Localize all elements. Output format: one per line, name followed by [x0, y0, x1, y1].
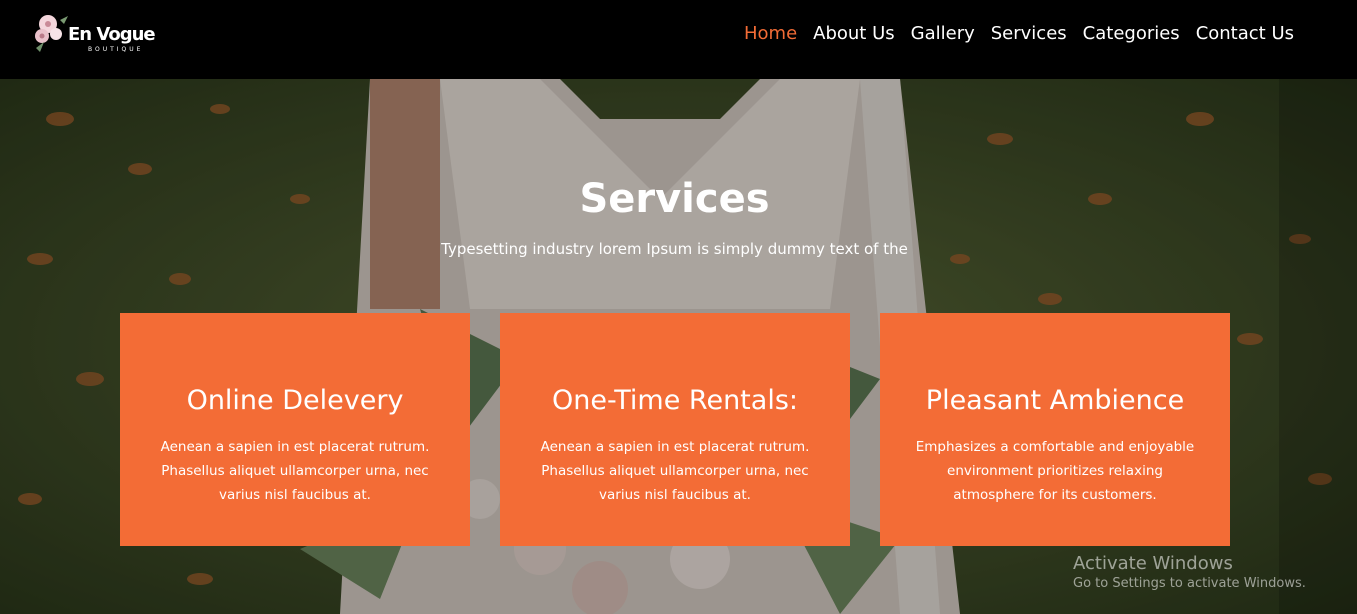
service-card-pleasant-ambience: Pleasant Ambience Emphasizes a comfortab… [880, 313, 1230, 546]
card-title: Online Delevery [186, 385, 404, 416]
card-text: Emphasizes a comfortable and enjoyable e… [915, 439, 1195, 503]
nav-gallery[interactable]: Gallery [911, 22, 975, 46]
page-title: Services [579, 176, 770, 222]
nav-about-us[interactable]: About Us [813, 22, 895, 46]
activate-windows-watermark: Activate Windows Go to Settings to activ… [1073, 553, 1306, 591]
site-header: En Vogue BOUTIQUE Home About Us Gallery … [0, 0, 1357, 79]
brand-name: En Vogue [68, 24, 156, 45]
page-scroll-strip [1279, 79, 1357, 614]
card-title: One-Time Rentals: [552, 385, 798, 416]
card-text: Aenean a sapien in est placerat rutrum. … [540, 439, 810, 503]
watermark-title: Activate Windows [1073, 553, 1233, 574]
watermark-subtitle: Go to Settings to activate Windows. [1073, 576, 1306, 591]
page-subtitle: Typesetting industry lorem Ipsum is simp… [441, 240, 908, 258]
nav-home[interactable]: Home [744, 22, 797, 46]
service-card-online-delivery: Online Delevery Aenean a sapien in est p… [120, 313, 470, 546]
nav-services[interactable]: Services [991, 22, 1067, 46]
service-card-one-time-rentals: One-Time Rentals: Aenean a sapien in est… [500, 313, 850, 546]
nav-categories[interactable]: Categories [1083, 22, 1180, 46]
card-text: Aenean a sapien in est placerat rutrum. … [160, 439, 430, 503]
brand-tagline: BOUTIQUE [88, 46, 144, 53]
card-title: Pleasant Ambience [925, 385, 1185, 416]
main-nav: Home About Us Gallery Services Categorie… [744, 22, 1294, 46]
services-hero: Services Typesetting industry lorem Ipsu… [0, 79, 1357, 614]
brand-logo[interactable]: En Vogue BOUTIQUE [30, 8, 156, 60]
nav-contact-us[interactable]: Contact Us [1196, 22, 1294, 46]
